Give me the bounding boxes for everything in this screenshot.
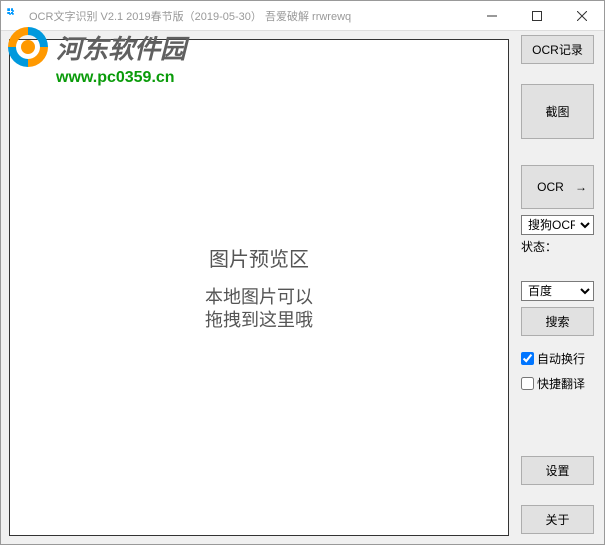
about-button[interactable]: 关于 xyxy=(521,505,594,534)
minimize-button[interactable] xyxy=(469,1,514,31)
screenshot-button[interactable]: 截图 xyxy=(521,84,594,139)
quick-translate-checkbox-row: 快捷翻译 xyxy=(521,375,594,392)
preview-title: 图片预览区 xyxy=(209,243,309,272)
search-button[interactable]: 搜索 xyxy=(521,307,594,336)
maximize-button[interactable] xyxy=(514,1,559,31)
app-window: OCR文字识别 V2.1 2019春节版（2019-05-30） 吾爱破解 rr… xyxy=(0,0,605,545)
app-icon xyxy=(7,8,23,24)
window-controls xyxy=(469,1,604,31)
ocr-button[interactable]: OCR → xyxy=(521,165,594,209)
preview-hint: 本地图片可以 拖拽到这里哦 xyxy=(205,286,313,333)
auto-wrap-checkbox-row: 自动换行 xyxy=(521,350,594,367)
image-preview-area[interactable]: 图片预览区 本地图片可以 拖拽到这里哦 xyxy=(9,39,509,536)
status-label: 状态： xyxy=(521,238,594,255)
search-engine-select[interactable]: 百度 xyxy=(521,281,594,301)
quick-translate-label[interactable]: 快捷翻译 xyxy=(537,375,585,392)
arrow-right-icon: → xyxy=(575,180,589,194)
auto-wrap-label[interactable]: 自动换行 xyxy=(537,350,585,367)
ocr-record-button[interactable]: OCR记录 xyxy=(521,35,594,64)
ocr-button-label: OCR xyxy=(526,180,575,194)
ocr-engine-select[interactable]: 搜狗OCR xyxy=(521,215,594,235)
sidebar: OCR记录 截图 OCR → 搜狗OCR 状态： 百度 搜索 自动换行 xyxy=(517,31,602,544)
quick-translate-checkbox[interactable] xyxy=(521,377,534,390)
close-button[interactable] xyxy=(559,1,604,31)
auto-wrap-checkbox[interactable] xyxy=(521,352,534,365)
settings-button[interactable]: 设置 xyxy=(521,456,594,485)
titlebar: OCR文字识别 V2.1 2019春节版（2019-05-30） 吾爱破解 rr… xyxy=(1,1,604,31)
window-title: OCR文字识别 V2.1 2019春节版（2019-05-30） 吾爱破解 rr… xyxy=(29,8,469,24)
content-area: 河东软件园 www.pc0359.cn 图片预览区 本地图片可以 拖拽到这里哦 … xyxy=(1,31,604,544)
